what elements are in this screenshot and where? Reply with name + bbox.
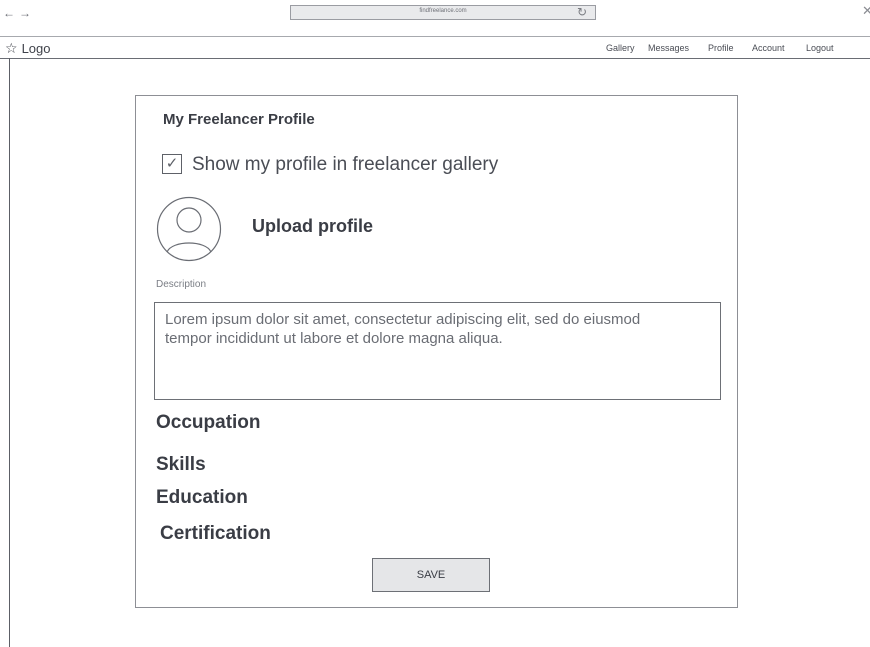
nav-messages[interactable]: Messages — [648, 43, 689, 53]
avatar-icon[interactable] — [156, 196, 222, 262]
description-label: Description — [156, 279, 207, 290]
address-bar[interactable]: findfreelance.com ↻ — [290, 5, 596, 20]
header-divider — [0, 58, 870, 59]
save-button[interactable]: SAVE — [372, 558, 490, 592]
upload-profile-button[interactable]: Upload profile — [252, 216, 373, 237]
nav-logout[interactable]: Logout — [806, 43, 834, 53]
chrome-divider — [0, 36, 870, 37]
section-occupation[interactable]: Occupation — [156, 412, 261, 434]
show-in-gallery-checkbox[interactable]: ✓ — [162, 154, 182, 174]
right-arrow-icon[interactable]: → — [19, 6, 31, 20]
close-icon[interactable]: ✕ — [862, 3, 870, 19]
show-in-gallery-label: Show my profile in freelancer gallery — [192, 154, 499, 175]
nav-profile[interactable]: Profile — [708, 43, 734, 53]
section-education[interactable]: Education — [156, 487, 248, 509]
reload-icon[interactable]: ↻ — [577, 5, 587, 19]
section-skills[interactable]: Skills — [156, 454, 206, 476]
nav-gallery[interactable]: Gallery — [606, 43, 635, 53]
left-arrow-icon[interactable]: ← — [3, 6, 15, 20]
site-logo[interactable]: ☆ Logo — [5, 40, 50, 57]
nav-account[interactable]: Account — [752, 43, 785, 53]
page-title: My Freelancer Profile — [163, 111, 315, 128]
browser-chrome: ← → findfreelance.com ↻ ✕ — [0, 0, 870, 36]
page-frame — [9, 58, 10, 647]
section-certification[interactable]: Certification — [160, 523, 271, 545]
url-text: findfreelance.com — [419, 8, 467, 14]
star-icon: ☆ — [5, 40, 18, 56]
profile-card: My Freelancer Profile ✓ Show my profile … — [135, 95, 738, 608]
logo-text: Logo — [21, 41, 51, 56]
description-textarea[interactable]: Lorem ipsum dolor sit amet, consectetur … — [154, 302, 721, 400]
